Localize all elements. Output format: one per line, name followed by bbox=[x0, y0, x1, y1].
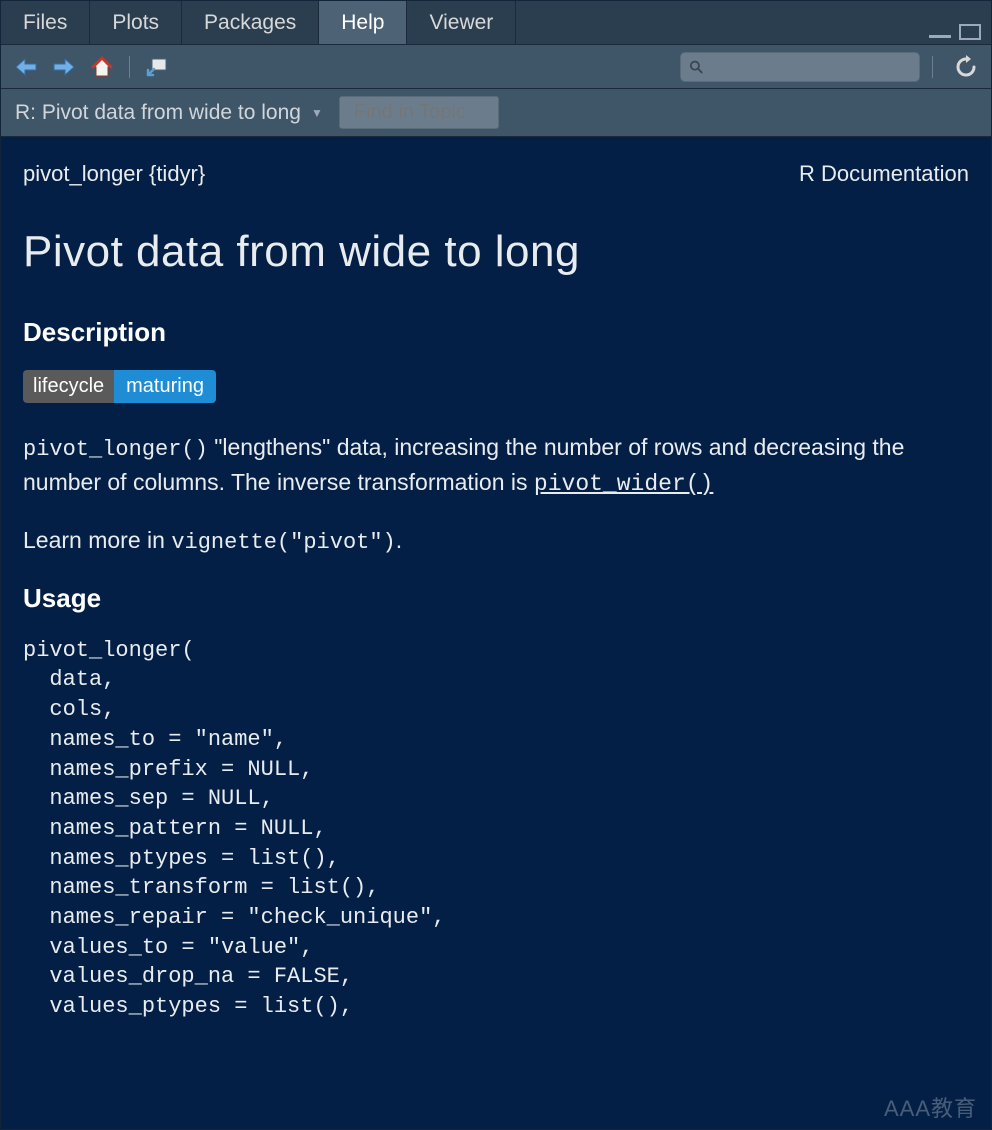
tab-viewer[interactable]: Viewer bbox=[407, 1, 516, 44]
toolbar-separator-2 bbox=[932, 56, 933, 78]
doc-topic: pivot_longer {tidyr} bbox=[23, 161, 205, 187]
tab-files[interactable]: Files bbox=[1, 1, 90, 44]
tab-help[interactable]: Help bbox=[319, 1, 407, 44]
lifecycle-badge: lifecycle maturing bbox=[23, 370, 969, 403]
minimize-icon[interactable] bbox=[929, 35, 951, 38]
desc-text-2: Learn more in bbox=[23, 527, 171, 553]
code-pivot-longer: pivot_longer() bbox=[23, 437, 208, 462]
desc-text-3: . bbox=[396, 527, 402, 553]
link-pivot-wider[interactable]: pivot_wider() bbox=[534, 471, 713, 497]
search-icon bbox=[689, 59, 704, 75]
help-toolbar bbox=[1, 45, 991, 89]
badge-right: maturing bbox=[114, 370, 216, 403]
toolbar-separator bbox=[129, 56, 130, 78]
doc-set: R Documentation bbox=[799, 161, 969, 187]
find-in-topic-input[interactable] bbox=[339, 96, 499, 129]
home-button[interactable] bbox=[87, 52, 117, 82]
section-usage: Usage bbox=[23, 583, 969, 614]
badge-left: lifecycle bbox=[23, 370, 114, 403]
watermark: AAA教育 bbox=[884, 1091, 977, 1123]
description-paragraph-2: Learn more in vignette("pivot"). bbox=[23, 524, 969, 559]
tab-packages[interactable]: Packages bbox=[182, 1, 319, 44]
code-vignette: vignette("pivot") bbox=[171, 530, 395, 555]
description-paragraph-1: pivot_longer() "lengthens" data, increas… bbox=[23, 431, 969, 500]
back-button[interactable] bbox=[11, 52, 41, 82]
pane-window-controls bbox=[929, 1, 991, 44]
help-content: pivot_longer {tidyr} R Documentation Piv… bbox=[1, 137, 991, 1129]
breadcrumb[interactable]: R: Pivot data from wide to long ▼ bbox=[15, 101, 323, 125]
usage-code-block: pivot_longer( data, cols, names_to = "na… bbox=[23, 636, 969, 1022]
doc-header: pivot_longer {tidyr} R Documentation bbox=[23, 161, 969, 187]
maximize-icon[interactable] bbox=[959, 24, 981, 40]
section-description: Description bbox=[23, 317, 969, 348]
forward-button[interactable] bbox=[49, 52, 79, 82]
show-in-window-button[interactable] bbox=[142, 52, 172, 82]
refresh-button[interactable] bbox=[951, 52, 981, 82]
pane-tabs: Files Plots Packages Help Viewer bbox=[1, 1, 991, 45]
help-search-input[interactable] bbox=[710, 58, 911, 76]
tab-plots[interactable]: Plots bbox=[90, 1, 182, 44]
help-search[interactable] bbox=[680, 52, 920, 82]
page-title: Pivot data from wide to long bbox=[23, 227, 969, 277]
breadcrumb-label: R: Pivot data from wide to long bbox=[15, 101, 301, 125]
breadcrumb-bar: R: Pivot data from wide to long ▼ bbox=[1, 89, 991, 137]
chevron-down-icon: ▼ bbox=[311, 106, 323, 120]
